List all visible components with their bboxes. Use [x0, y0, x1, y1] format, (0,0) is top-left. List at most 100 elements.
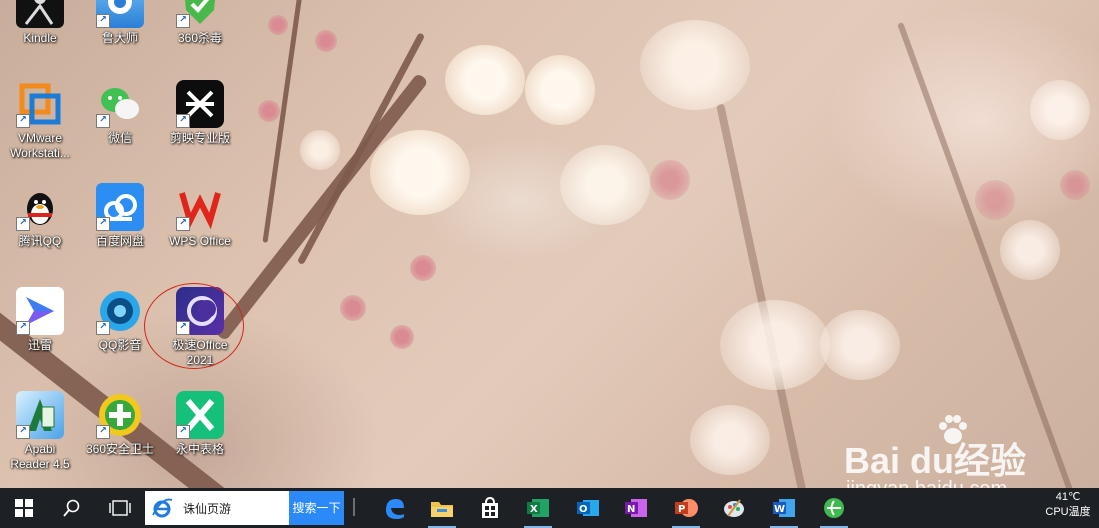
outlook-icon: O — [577, 500, 599, 516]
bud — [268, 15, 288, 35]
desktop-icon-qq[interactable]: ↗ 腾讯QQ — [0, 183, 80, 249]
desktop-icon-360-antivirus[interactable]: ↗ 360杀毒 — [160, 0, 240, 46]
blossom — [370, 130, 470, 215]
blossom — [820, 310, 900, 380]
ie-search-bar[interactable]: 诛仙页游 — [145, 491, 290, 525]
xunlei-icon: ↗ — [16, 287, 64, 335]
blossom — [1030, 80, 1090, 140]
shortcut-arrow-icon: ↗ — [176, 425, 190, 439]
360-safeguard-icon: ↗ — [96, 391, 144, 439]
taskbar-app-word[interactable]: W — [760, 488, 808, 528]
svg-text:N: N — [627, 504, 635, 515]
blossom — [1000, 220, 1060, 280]
360-antivirus-icon: ↗ — [176, 0, 224, 28]
taskbar-app-powerpoint[interactable]: P — [662, 488, 710, 528]
apabi-reader-icon: ↗ — [16, 391, 64, 439]
bud — [650, 160, 690, 200]
svg-text:P: P — [678, 504, 685, 515]
watermark-url: jingyan.baidu.com — [846, 478, 1007, 488]
baidu-jingyan-watermark: Bai du经验 jingyan.baidu.com — [838, 408, 1048, 488]
shortcut-arrow-icon: ↗ — [96, 321, 110, 335]
360-browser-icon — [824, 498, 844, 518]
icon-label: Kindle — [23, 31, 57, 45]
cpu-temperature-widget[interactable]: 41℃ CPU温度 — [1039, 490, 1097, 520]
bud — [315, 30, 337, 52]
powerpoint-icon: P — [675, 499, 698, 517]
desktop-icon-apabi[interactable]: ↗ Apabi Reader 4.5 — [0, 391, 80, 472]
windows-logo-icon — [15, 499, 33, 517]
svg-text:X: X — [530, 504, 538, 515]
bud — [1060, 170, 1090, 200]
icon-label: 腾讯QQ — [18, 234, 62, 248]
icon-label: 鲁大师 — [101, 31, 138, 45]
taskbar-app-outlook[interactable]: O — [564, 488, 612, 528]
icon-label: WPS Office — [169, 234, 231, 248]
watermark-brand: Bai du经验 — [844, 440, 1027, 481]
search-icon — [63, 499, 80, 517]
search-button[interactable] — [50, 488, 94, 528]
desktop-icon-xunlei[interactable]: ↗ 迅雷 — [0, 287, 80, 353]
yozo-sheet-icon: ↗ — [176, 391, 224, 439]
bud — [340, 295, 366, 321]
edge-icon — [386, 499, 404, 519]
icon-label: 百度网盘 — [95, 234, 144, 248]
qq-icon: ↗ — [16, 183, 64, 231]
taskbar-divider — [353, 498, 355, 516]
taskbar-app-store[interactable] — [466, 488, 514, 528]
highlight-circle — [144, 283, 244, 369]
desktop-icon-wps-office[interactable]: ↗ WPS Office — [160, 183, 240, 249]
taskbar-app-file-explorer[interactable] — [418, 488, 466, 528]
start-button[interactable] — [2, 488, 46, 528]
vmware-icon: ↗ — [16, 80, 64, 128]
desktop-icon-vmware[interactable]: ↗ VMware Workstati... — [0, 80, 80, 161]
excel-icon: X — [527, 499, 549, 517]
icon-label: 剪映专业版 — [169, 131, 230, 145]
desktop-icon-360-safeguard[interactable]: ↗ 360安全卫士 — [80, 391, 160, 457]
icon-label: 永中表格 — [175, 442, 224, 456]
file-explorer-icon — [431, 502, 453, 517]
desktop-icon-yozo-sheet[interactable]: ↗ 永中表格 — [160, 391, 240, 457]
taskbar-app-paint[interactable] — [710, 488, 758, 528]
icon-label: 迅雷 — [27, 338, 52, 352]
icon-label: 360杀毒 — [177, 31, 223, 45]
task-view-icon — [109, 500, 131, 516]
desktop-icon-wechat[interactable]: ↗ 微信 — [80, 80, 160, 146]
kindle-icon — [16, 0, 64, 28]
shortcut-arrow-icon: ↗ — [96, 14, 110, 28]
icon-label: 微信 — [107, 131, 132, 145]
paint-icon — [724, 499, 744, 517]
icon-label: VMware Workstati... — [10, 131, 70, 160]
shortcut-arrow-icon: ↗ — [96, 425, 110, 439]
desktop-icon-kindle[interactable]: Kindle — [0, 0, 80, 46]
bud — [410, 255, 436, 281]
wechat-icon: ↗ — [96, 80, 144, 128]
taskbar-app-excel[interactable]: X — [514, 488, 562, 528]
bud — [975, 180, 1015, 220]
ludashi-icon: ↗ — [96, 0, 144, 28]
qq-player-icon: ↗ — [96, 287, 144, 335]
wps-office-icon: ↗ — [176, 183, 224, 231]
taskbar-app-360-browser[interactable] — [810, 488, 858, 528]
icon-label: 360安全卫士 — [85, 442, 155, 456]
task-view-button[interactable] — [98, 488, 142, 528]
svg-text:W: W — [774, 504, 785, 515]
icon-label: Apabi Reader 4.5 — [10, 442, 70, 471]
desktop-wallpaper: Kindle ↗ VMware Workstati... ↗ 腾讯QQ ↗ 迅雷… — [0, 0, 1099, 488]
desktop-icon-baidu-netdisk[interactable]: ↗ 百度网盘 — [80, 183, 160, 249]
ie-icon — [152, 498, 173, 518]
shortcut-arrow-icon: ↗ — [16, 321, 30, 335]
cpu-temp-label: CPU温度 — [1045, 506, 1091, 518]
bud — [390, 325, 414, 349]
shortcut-arrow-icon: ↗ — [96, 114, 110, 128]
cpu-temp-value: 41℃ — [1055, 491, 1081, 503]
blossom — [560, 145, 650, 225]
desktop-icon-ludashi[interactable]: ↗ 鲁大师 — [80, 0, 160, 46]
blossom — [525, 55, 595, 125]
taskbar-app-onenote[interactable]: N — [612, 488, 660, 528]
blossom — [720, 300, 830, 390]
search-submit-button[interactable]: 搜索一下 — [289, 491, 344, 525]
taskbar-app-edge[interactable] — [370, 488, 418, 528]
blossom — [690, 405, 770, 475]
desktop-icon-jianying[interactable]: ↗ 剪映专业版 — [160, 80, 240, 146]
onenote-icon: N — [625, 499, 647, 517]
